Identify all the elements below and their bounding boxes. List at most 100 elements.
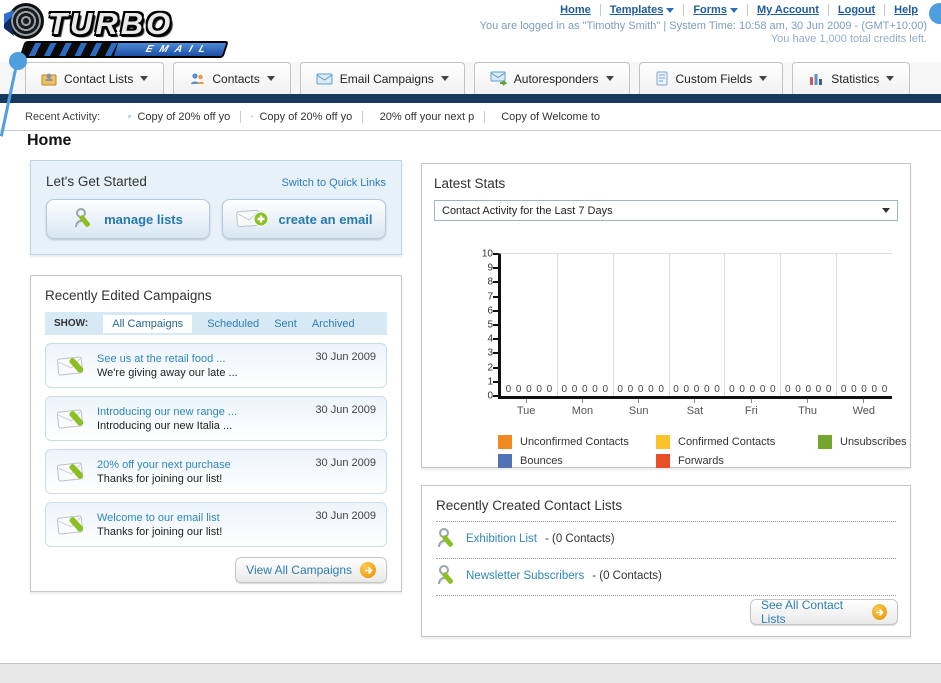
stats-period-select[interactable]: Contact Activity for the Last 7 Days bbox=[434, 200, 898, 221]
value-label: 0 bbox=[627, 384, 634, 395]
value-label: 0 bbox=[571, 384, 578, 395]
tab-autoresponders[interactable]: Autoresponders bbox=[473, 62, 630, 94]
value-label: 0 bbox=[526, 384, 532, 395]
tab-contacts[interactable]: Contacts bbox=[173, 62, 291, 94]
campaign-date: 30 Jun 2009 bbox=[315, 404, 376, 416]
campaign-title-link[interactable]: Welcome to our email list bbox=[97, 511, 222, 525]
y-tick-mark bbox=[493, 267, 498, 270]
campaign-subtitle: We're giving away our late ... bbox=[97, 366, 238, 379]
header-link-templates[interactable]: Templates bbox=[599, 4, 684, 16]
tab-statistics[interactable]: Statistics bbox=[792, 62, 911, 94]
filter-sent[interactable]: Sent bbox=[274, 318, 297, 330]
header-link-forms[interactable]: Forms bbox=[683, 4, 747, 16]
chart-plot: 0 1 2 3 4 5 6 7 8 9 10 0 0 0 0 0 0 0 0 0 0 0 0 0 0 0 0 0 0 0 0 0 0 0 0 0 0 0 0… bbox=[482, 249, 892, 402]
statistics-icon bbox=[810, 74, 823, 85]
see-all-contact-lists-button[interactable]: See All Contact Lists bbox=[750, 598, 898, 626]
legend-swatch bbox=[498, 454, 512, 468]
view-all-campaigns-button[interactable]: View All Campaigns bbox=[235, 557, 387, 583]
y-tick-label: 3 bbox=[487, 347, 493, 359]
header-link-logout[interactable]: Logout bbox=[827, 4, 884, 16]
x-tick-label: Sat bbox=[667, 399, 723, 417]
header-link-home[interactable]: Home bbox=[551, 4, 600, 16]
switch-quick-links[interactable]: Switch to Quick Links bbox=[281, 177, 386, 189]
tab-contact-lists[interactable]: Contact Lists bbox=[25, 62, 165, 94]
chevron-down-icon bbox=[666, 7, 675, 13]
legend-swatch bbox=[498, 435, 512, 449]
value-label: 0 bbox=[749, 384, 756, 395]
header-link-my-account[interactable]: My Account bbox=[746, 4, 828, 16]
person-pencil-icon bbox=[438, 528, 453, 548]
filter-archived[interactable]: Archived bbox=[312, 318, 355, 330]
campaign-title-link[interactable]: Introducing our new range ... bbox=[97, 405, 237, 419]
recent-activity-bar: Recent Activity: Copy of 20% off yo Copy… bbox=[0, 103, 941, 131]
envelope-pencil-icon bbox=[56, 355, 84, 376]
contacts-icon bbox=[191, 72, 205, 84]
value-label: 0 bbox=[673, 384, 679, 395]
chart-x-axis: Tue Mon Sun Sat Fri Thu Wed bbox=[498, 399, 892, 417]
manage-lists-button[interactable]: manage lists bbox=[46, 199, 210, 239]
chart-legend: Unconfirmed Contacts Confirmed Contacts Un… bbox=[498, 435, 907, 468]
login-status-text: You are logged in as "Timothy Smith" | S… bbox=[479, 20, 927, 32]
campaign-title-link[interactable]: See us at the retail food ... bbox=[97, 352, 238, 366]
person-pencil-icon bbox=[75, 208, 91, 228]
legend-swatch bbox=[818, 435, 832, 449]
page-title: Home bbox=[27, 132, 72, 149]
legend-swatch bbox=[656, 454, 670, 468]
legend-item: Unconfirmed Contacts bbox=[498, 435, 656, 449]
value-label: 0 bbox=[861, 384, 867, 395]
recent-activity-item[interactable]: Copy of 20% off yo bbox=[118, 111, 240, 123]
campaign-row[interactable]: See us at the retail food ... We're givin… bbox=[45, 343, 387, 388]
person-pencil-icon bbox=[438, 565, 453, 585]
logo-word-turbo: TURBO bbox=[48, 6, 174, 41]
filter-scheduled[interactable]: Scheduled bbox=[207, 318, 259, 330]
campaign-row[interactable]: Introducing our new range ... Introducing… bbox=[45, 396, 387, 441]
contact-lists-panel: Recently Created Contact Lists Exhibitio… bbox=[421, 485, 911, 637]
custom-fields-icon bbox=[656, 71, 668, 85]
gridline bbox=[780, 254, 782, 396]
chevron-down-icon bbox=[886, 76, 895, 81]
value-label: 0 bbox=[546, 384, 553, 395]
y-tick-mark bbox=[493, 366, 498, 369]
contact-list-item[interactable]: Newsletter Subscribers - (0 Contacts) bbox=[436, 559, 896, 593]
y-tick-label: 4 bbox=[487, 333, 493, 345]
legend-item: Unsubscribes bbox=[818, 435, 907, 449]
recent-activity-item[interactable]: Copy of 20% off yo bbox=[240, 110, 362, 123]
x-tick-label: Fri bbox=[723, 399, 779, 417]
arrow-right-icon bbox=[872, 604, 887, 620]
campaign-filter-bar: SHOW: All Campaigns Scheduled Sent Archi… bbox=[45, 312, 387, 335]
y-tick-mark bbox=[493, 338, 498, 341]
value-label: 0 bbox=[770, 384, 776, 395]
campaign-row[interactable]: 20% off your next purchase Thanks for joi… bbox=[45, 449, 387, 494]
value-label: 0 bbox=[871, 384, 878, 395]
recent-campaigns-title: Recently Edited Campaigns bbox=[45, 288, 212, 303]
campaign-date: 30 Jun 2009 bbox=[315, 457, 376, 469]
turbo-email-logo[interactable]: TURBO EMAIL bbox=[8, 3, 238, 58]
value-labels-group: 00000 bbox=[501, 384, 557, 395]
filter-all-campaigns[interactable]: All Campaigns bbox=[103, 314, 193, 333]
tab-custom-fields[interactable]: Custom Fields bbox=[638, 62, 784, 94]
value-label: 0 bbox=[505, 384, 512, 395]
recent-activity-item[interactable]: Copy of Welcome to bbox=[484, 110, 606, 123]
envelope-pencil-icon bbox=[56, 461, 84, 482]
contact-list-item[interactable]: Exhibition List - (0 Contacts) bbox=[436, 522, 896, 556]
campaign-title-link[interactable]: 20% off your next purchase bbox=[97, 458, 231, 472]
chevron-down-icon bbox=[882, 208, 890, 213]
header-link-help[interactable]: Help bbox=[884, 4, 927, 16]
y-tick-label: 2 bbox=[487, 362, 493, 374]
gridline bbox=[668, 254, 670, 396]
y-tick-mark bbox=[493, 395, 498, 397]
campaign-row[interactable]: Welcome to our email list Thanks for join… bbox=[45, 502, 387, 547]
contact-list-link[interactable]: Newsletter Subscribers bbox=[466, 570, 584, 582]
contact-list-link[interactable]: Exhibition List bbox=[466, 533, 537, 545]
value-label: 0 bbox=[714, 384, 720, 395]
decorative-dot-left bbox=[9, 52, 27, 70]
value-label: 0 bbox=[693, 384, 700, 395]
create-email-button[interactable]: create an email bbox=[222, 199, 386, 239]
chevron-down-icon bbox=[729, 7, 738, 13]
credits-text: You have 1,000 total credits left. bbox=[770, 33, 927, 45]
recent-activity-item[interactable]: 20% off your next p bbox=[362, 110, 484, 123]
email-campaigns-icon bbox=[316, 73, 333, 84]
value-label: 0 bbox=[617, 384, 623, 395]
value-label: 0 bbox=[739, 384, 745, 395]
tab-email-campaigns[interactable]: Email Campaigns bbox=[299, 62, 465, 94]
